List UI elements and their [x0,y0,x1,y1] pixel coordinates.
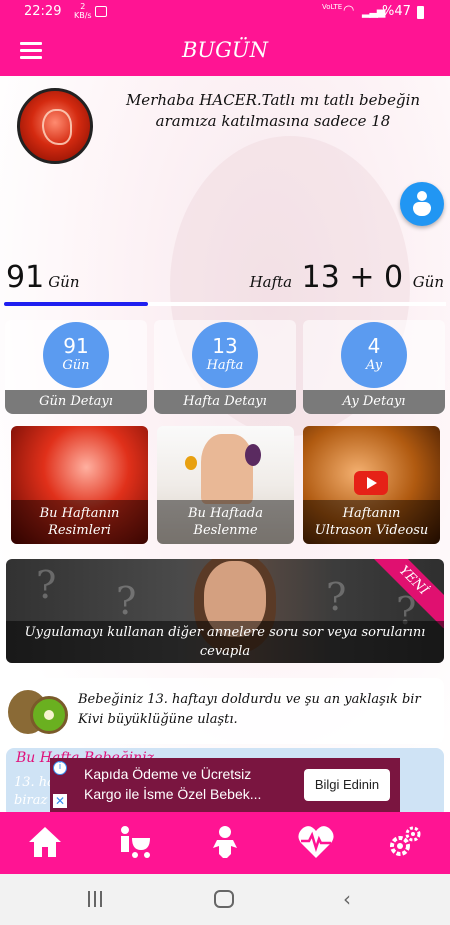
weekly-pictures-caption: Bu Haftanın Resimleri [11,500,148,544]
week-prefix: Hafta [249,273,293,291]
stroller-icon [121,826,150,858]
weekly-pictures-line1: Bu Haftanın [39,506,120,521]
ultrasound-video-line1: Haftanın [342,506,401,521]
month-circle-value: 4 [367,334,381,358]
nav-home[interactable] [0,812,90,874]
day-circle: 91 Gün [43,322,109,388]
day-circle-value: 91 [63,334,89,358]
status-time: 22:29 [24,4,62,19]
weekly-info-body: 13. ha biraz [14,774,55,810]
week-counter: Hafta 13 + 0 Gün [250,260,444,295]
back-icon[interactable]: ‹ [343,887,351,911]
week-circle-unit: Hafta [206,358,244,373]
weekly-pictures-card[interactable]: Bu Haftanın Resimleri [11,426,148,544]
progress-fill [4,302,148,306]
month-detail-card[interactable]: 4 Ay Ay Detayı [303,320,445,414]
week-suffix: Gün [412,273,444,291]
volte-indicator: VoLTE [322,3,343,11]
baby-size-text: Bebeğiniz 13. haftayı doldurdu ve şu an … [78,692,421,727]
nav-stroller[interactable] [90,812,180,874]
day-counter: 91 Gün [6,260,80,295]
home-icon [29,827,61,857]
weekly-pictures-line2: Resimleri [48,523,111,538]
system-home-icon[interactable] [214,890,234,908]
day-count-unit: Gün [48,273,80,291]
nav-settings[interactable] [360,812,450,874]
heartbeat-icon [298,826,334,858]
status-bar: 22:29 2 KB/s VoLTE ◠ ▂▃▅ %47 [0,0,450,26]
ad-text: Kapıda Ödeme ve Ücretsiz Kargo ile İsme … [84,766,262,802]
main-content[interactable]: Merhaba HACER.Tatlı mı tatlı bebeğin ara… [0,76,450,812]
day-detail-card[interactable]: 91 Gün Gün Detayı [5,320,147,414]
baby-icon [213,826,237,858]
play-icon[interactable] [354,471,388,495]
ad-banner[interactable]: i ✕ Kapıda Ödeme ve Ücretsiz Kargo ile İ… [50,758,400,812]
wifi-icon: ◠ [343,3,355,18]
page-title: BUGÜN [182,38,268,62]
ask-mothers-banner[interactable]: ? ? ? ? YENİ Uygulamayı kullanan diğer a… [6,559,444,663]
nav-health[interactable] [270,812,360,874]
ultrasound-video-caption: Haftanın Ultrason Videosu [303,500,440,544]
data-speed-value: 2 [80,2,86,11]
weekly-nutrition-card[interactable]: Bu Haftada Beslenme [157,426,294,544]
nav-baby[interactable] [180,812,270,874]
bottom-nav [0,812,450,874]
day-detail-button[interactable]: Gün Detayı [5,390,147,414]
day-count-value: 91 [6,260,45,295]
recent-apps-icon[interactable] [88,891,106,907]
greeting-text: Merhaba HACER.Tatlı mı tatlı bebeğin ara… [125,91,421,130]
month-circle: 4 Ay [341,322,407,388]
ad-info-icon[interactable]: i [53,761,67,775]
month-detail-button[interactable]: Ay Detayı [303,390,445,414]
week-detail-button[interactable]: Hafta Detayı [154,390,296,414]
fetus-avatar[interactable] [17,88,93,164]
ultrasound-video-card[interactable]: Haftanın Ultrason Videosu [303,426,440,544]
data-speed-unit: KB/s [74,11,92,20]
data-speed: 2 KB/s [74,2,92,20]
weekly-info-line2: biraz [14,793,48,808]
weekly-info-line1: 13. ha [14,775,55,790]
nutrition-image [201,434,253,504]
ask-mothers-caption: Uygulamayı kullanan diğer annelere soru … [6,621,444,663]
month-circle-unit: Ay [365,358,383,373]
gallery-icon [95,6,107,17]
baby-icon [417,191,427,201]
pregnancy-progress-bar [4,302,446,306]
week-circle-value: 13 [212,334,238,358]
baby-fab-button[interactable] [400,182,444,226]
ad-cta-button[interactable]: Bilgi Edinin [304,769,390,801]
kiwi-icon [8,682,68,740]
ad-close-icon[interactable]: ✕ [53,794,67,808]
app-bar: BUGÜN [0,26,450,76]
week-detail-card[interactable]: 13 Hafta Hafta Detayı [154,320,296,414]
baby-size-card[interactable]: Bebeğiniz 13. haftayı doldurdu ve şu an … [6,678,444,744]
week-value: 13 + 0 [301,260,404,295]
week-circle: 13 Hafta [192,322,258,388]
system-nav-bar: ‹ [0,874,450,925]
settings-icon [390,826,421,856]
battery-icon [417,6,424,19]
battery-percent: %47 [382,4,411,19]
day-circle-unit: Gün [62,358,90,373]
weekly-nutrition-caption: Bu Haftada Beslenme [157,500,294,544]
weekly-nutrition-line1: Bu Haftada [187,506,263,521]
weekly-nutrition-line2: Beslenme [193,523,258,538]
ultrasound-video-line2: Ultrason Videosu [314,523,429,538]
